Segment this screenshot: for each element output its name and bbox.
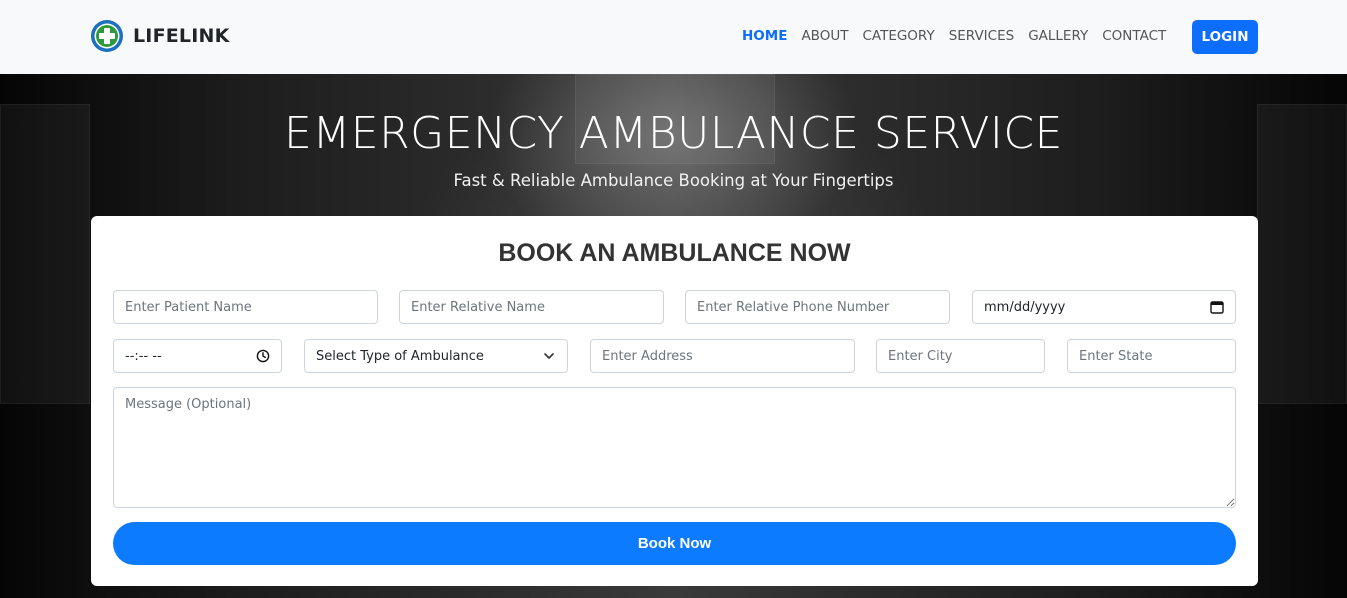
main-nav: HOME ABOUT CATEGORY SERVICES GALLERY CON… xyxy=(742,27,1166,45)
brand-name: LIFELINK xyxy=(133,25,230,47)
date-value: mm/dd/yyyy xyxy=(984,299,1066,315)
state-input[interactable] xyxy=(1067,339,1236,373)
nav-category[interactable]: CATEGORY xyxy=(862,27,934,45)
nav-contact[interactable]: CONTACT xyxy=(1102,27,1166,45)
ambulance-type-select[interactable]: Select Type of Ambulance xyxy=(304,339,568,373)
relative-name-input[interactable] xyxy=(399,290,664,324)
form-title: BOOK AN AMBULANCE NOW xyxy=(498,239,851,267)
time-value: --:-- -- xyxy=(125,348,162,364)
navbar: LIFELINK HOME ABOUT CATEGORY SERVICES GA… xyxy=(0,0,1347,74)
hero-subtitle: Fast & Reliable Ambulance Booking at You… xyxy=(453,171,894,190)
hero-title: EMERGENCY AMBULANCE SERVICE xyxy=(284,108,1063,159)
nav-services[interactable]: SERVICES xyxy=(949,27,1014,45)
patient-name-input[interactable] xyxy=(113,290,378,324)
ambulance-type-value: Select Type of Ambulance xyxy=(316,348,484,364)
chevron-down-icon xyxy=(544,353,554,359)
medical-cross-icon xyxy=(91,20,123,52)
nav-home[interactable]: HOME xyxy=(742,27,787,45)
nav-gallery[interactable]: GALLERY xyxy=(1028,27,1088,45)
time-input[interactable]: --:-- -- xyxy=(113,339,282,373)
book-now-button[interactable]: Book Now xyxy=(113,522,1236,565)
message-textarea[interactable] xyxy=(113,387,1236,508)
city-input[interactable] xyxy=(876,339,1045,373)
brand-link[interactable]: LIFELINK xyxy=(90,19,230,53)
calendar-icon[interactable] xyxy=(1210,300,1224,314)
booking-form: BOOK AN AMBULANCE NOW mm/dd/yyyy --:-- -… xyxy=(91,216,1258,586)
nav-about[interactable]: ABOUT xyxy=(801,27,848,45)
clock-icon[interactable] xyxy=(256,349,270,363)
relative-phone-input[interactable] xyxy=(685,290,950,324)
address-input[interactable] xyxy=(590,339,855,373)
login-button[interactable]: LOGIN xyxy=(1192,20,1258,54)
date-input[interactable]: mm/dd/yyyy xyxy=(972,290,1236,324)
